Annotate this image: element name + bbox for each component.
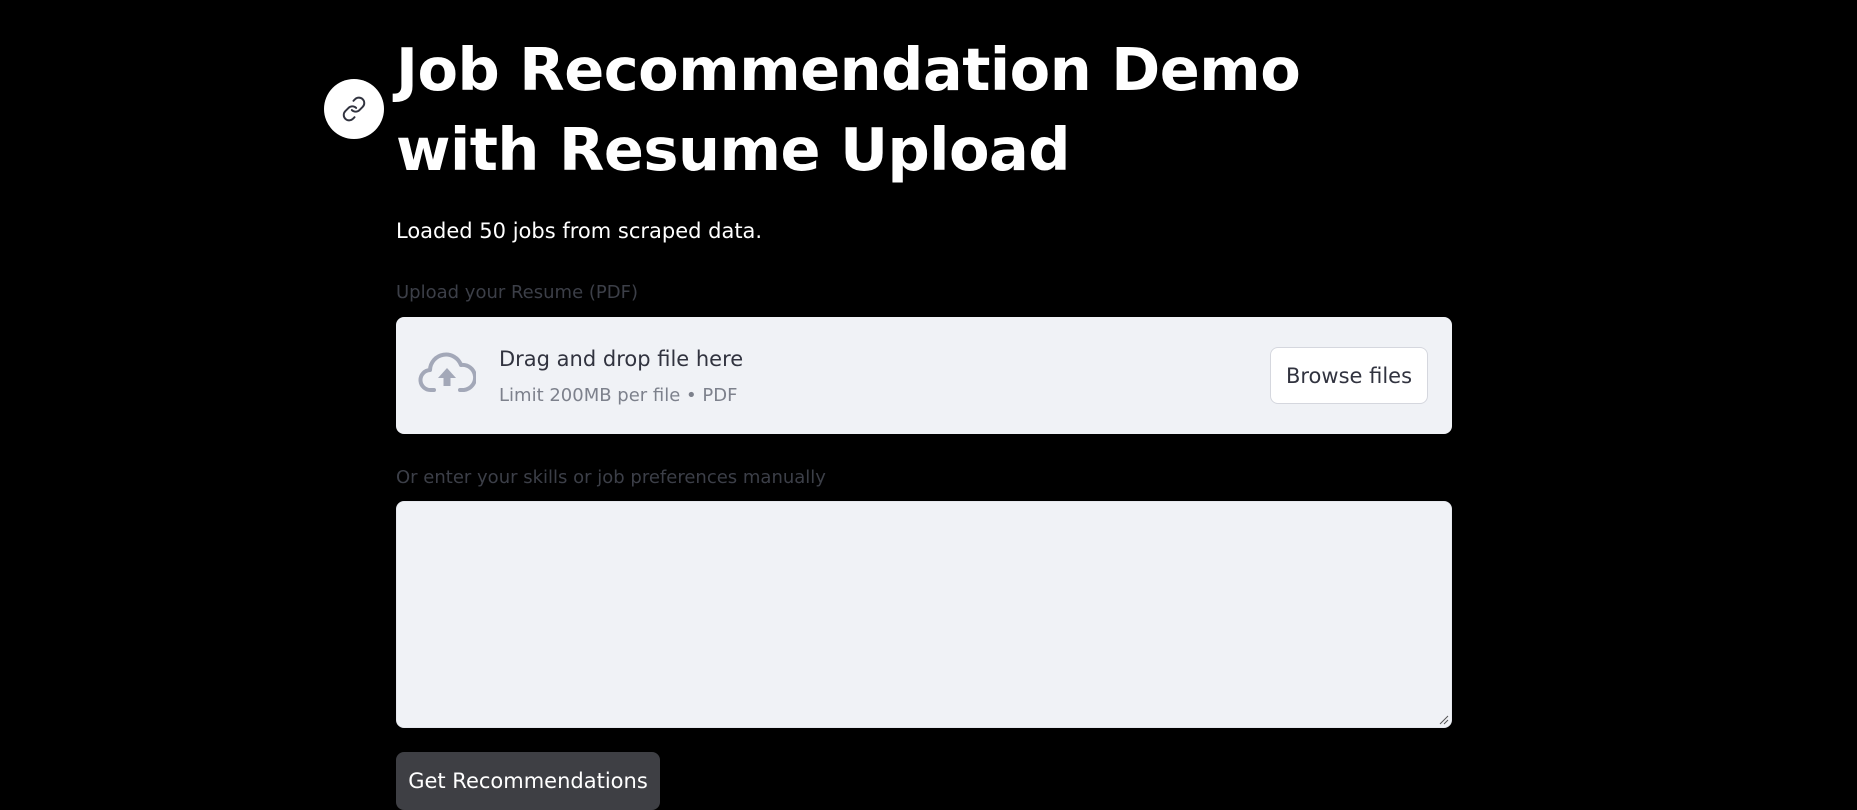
- link-icon: [342, 96, 366, 122]
- file-dropzone[interactable]: Drag and drop file here Limit 200MB per …: [396, 317, 1452, 434]
- status-message: Loaded 50 jobs from scraped data.: [396, 219, 763, 243]
- anchor-link-button[interactable]: [324, 79, 384, 139]
- browse-files-button[interactable]: Browse files: [1270, 347, 1428, 404]
- get-recommendations-button[interactable]: Get Recommendations: [396, 752, 660, 810]
- dropzone-instruction: Drag and drop file here: [499, 347, 744, 371]
- manual-input-label: Or enter your skills or job preferences …: [396, 467, 826, 488]
- cloud-upload-icon: [418, 352, 476, 392]
- resize-handle-icon[interactable]: [1439, 715, 1449, 725]
- skills-textarea[interactable]: [396, 501, 1452, 728]
- page-title: Job Recommendation Demo with Resume Uplo…: [396, 35, 1301, 184]
- upload-label: Upload your Resume (PDF): [396, 282, 638, 303]
- dropzone-limit: Limit 200MB per file • PDF: [499, 385, 738, 406]
